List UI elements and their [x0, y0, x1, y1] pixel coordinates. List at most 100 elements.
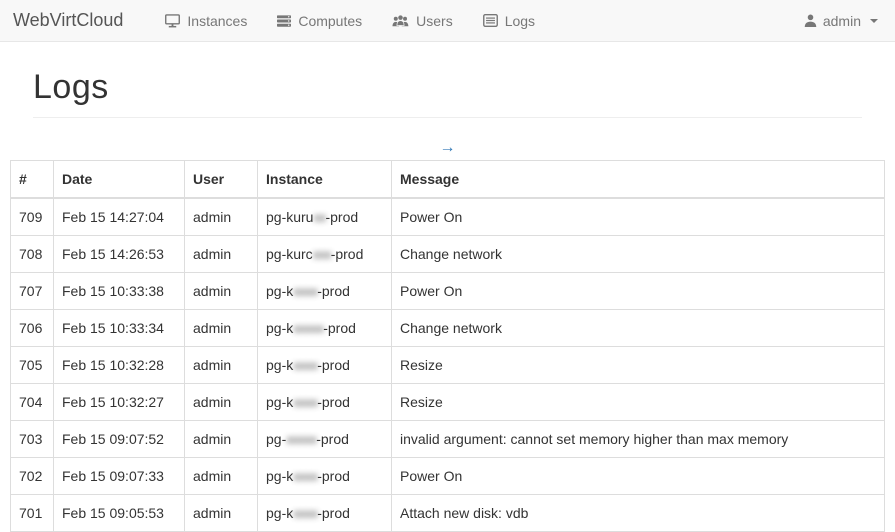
instance-name-suffix: -prod — [317, 468, 350, 484]
log-id-cell: 701 — [11, 495, 54, 532]
instance-name-redacted: xxxx — [293, 283, 317, 299]
log-user-cell: admin — [185, 458, 258, 495]
instance-name-prefix: pg-k — [266, 505, 293, 521]
instance-name-suffix: -prod — [317, 394, 350, 410]
log-date-cell: Feb 15 10:32:28 — [54, 347, 185, 384]
instance-name-redacted: xxxx — [293, 468, 317, 484]
log-instance-cell: pg-kxxxx-prod — [258, 273, 392, 310]
table-row: 706 Feb 15 10:33:34 admin pg-kxxxxx-prod… — [11, 310, 885, 347]
log-id-cell: 704 — [11, 384, 54, 421]
log-date-cell: Feb 15 10:32:27 — [54, 384, 185, 421]
instance-name-prefix: pg-k — [266, 357, 293, 373]
log-user-cell: admin — [185, 236, 258, 273]
log-id-cell: 707 — [11, 273, 54, 310]
instance-name-prefix: pg-k — [266, 394, 293, 410]
log-date-cell: Feb 15 14:27:04 — [54, 198, 185, 236]
instance-name-prefix: pg-kurc — [266, 246, 313, 262]
nav-label: Instances — [187, 13, 247, 29]
server-icon — [277, 14, 291, 28]
instance-name-suffix: -prod — [317, 357, 350, 373]
instance-name-redacted: xxxx — [293, 394, 317, 410]
main-nav: Instances Computes — [150, 0, 550, 41]
table-row: 702 Feb 15 09:07:33 admin pg-kxxxx-prod … — [11, 458, 885, 495]
log-id-cell: 706 — [11, 310, 54, 347]
log-message-cell: Change network — [392, 310, 885, 347]
table-header-row: # Date User Instance Message — [11, 161, 885, 199]
log-message-cell: Power On — [392, 273, 885, 310]
table-row: 709 Feb 15 14:27:04 admin pg-kuruxx-prod… — [11, 198, 885, 236]
user-icon — [804, 14, 817, 27]
navbar: WebVirtCloud Instances — [0, 0, 895, 42]
table-row: 707 Feb 15 10:33:38 admin pg-kxxxx-prod … — [11, 273, 885, 310]
column-header-id: # — [11, 161, 54, 199]
table-row: 701 Feb 15 09:05:53 admin pg-kxxxx-prod … — [11, 495, 885, 532]
log-date-cell: Feb 15 10:33:34 — [54, 310, 185, 347]
brand-link[interactable]: WebVirtCloud — [0, 0, 138, 41]
page-header: Logs — [33, 68, 862, 118]
log-date-cell: Feb 15 09:07:52 — [54, 421, 185, 458]
instance-name-suffix: -prod — [323, 320, 356, 336]
log-message-cell: Power On — [392, 458, 885, 495]
column-header-date: Date — [54, 161, 185, 199]
users-icon — [392, 14, 409, 28]
nav-link-instances[interactable]: Instances — [150, 0, 262, 41]
log-id-cell: 705 — [11, 347, 54, 384]
log-user-cell: admin — [185, 310, 258, 347]
caret-down-icon — [870, 19, 878, 23]
page-title: Logs — [33, 68, 862, 107]
nav-item-users: Users — [377, 0, 468, 41]
instance-name-prefix: pg-k — [266, 468, 293, 484]
log-date-cell: Feb 15 14:26:53 — [54, 236, 185, 273]
instance-name-suffix: -prod — [317, 505, 350, 521]
log-user-cell: admin — [185, 421, 258, 458]
list-alt-icon — [483, 14, 498, 27]
log-user-cell: admin — [185, 347, 258, 384]
log-user-cell: admin — [185, 495, 258, 532]
nav-link-users[interactable]: Users — [377, 0, 468, 41]
table-row: 703 Feb 15 09:07:52 admin pg-xxxxx-prod … — [11, 421, 885, 458]
column-header-instance: Instance — [258, 161, 392, 199]
instance-name-suffix: -prod — [317, 283, 350, 299]
pagination: → — [10, 138, 885, 158]
log-instance-cell: pg-kxxxx-prod — [258, 347, 392, 384]
log-user-cell: admin — [185, 198, 258, 236]
instance-name-redacted: xxxx — [293, 505, 317, 521]
instance-name-redacted: xxxx — [293, 357, 317, 373]
column-header-message: Message — [392, 161, 885, 199]
instance-name-suffix: -prod — [331, 246, 364, 262]
instance-name-redacted: xx — [313, 209, 325, 225]
nav-label: Computes — [298, 13, 362, 29]
content: Logs → # Date User Instance Message 709 … — [0, 68, 895, 532]
desktop-icon — [165, 14, 180, 28]
user-dropdown[interactable]: admin — [787, 0, 895, 41]
instance-name-prefix: pg-k — [266, 320, 293, 336]
nav-item-computes: Computes — [262, 0, 377, 41]
log-instance-cell: pg-kurcxxx-prod — [258, 236, 392, 273]
nav-label: Users — [416, 13, 453, 29]
table-row: 705 Feb 15 10:32:28 admin pg-kxxxx-prod … — [11, 347, 885, 384]
nav-link-logs[interactable]: Logs — [468, 0, 550, 41]
log-instance-cell: pg-kxxxxx-prod — [258, 310, 392, 347]
log-date-cell: Feb 15 09:05:53 — [54, 495, 185, 532]
nav-link-computes[interactable]: Computes — [262, 0, 377, 41]
instance-name-prefix: pg-k — [266, 283, 293, 299]
log-instance-cell: pg-xxxxx-prod — [258, 421, 392, 458]
logs-table: # Date User Instance Message 709 Feb 15 … — [10, 160, 885, 532]
table-row: 708 Feb 15 14:26:53 admin pg-kurcxxx-pro… — [11, 236, 885, 273]
nav-label: Logs — [505, 13, 535, 29]
instance-name-redacted: xxxxx — [293, 320, 323, 336]
log-instance-cell: pg-kxxxx-prod — [258, 384, 392, 421]
log-message-cell: Change network — [392, 236, 885, 273]
nav-item-logs: Logs — [468, 0, 550, 41]
log-message-cell: Power On — [392, 198, 885, 236]
log-instance-cell: pg-kxxxx-prod — [258, 458, 392, 495]
log-id-cell: 702 — [11, 458, 54, 495]
log-instance-cell: pg-kuruxx-prod — [258, 198, 392, 236]
next-page-link[interactable]: → — [440, 139, 456, 156]
log-message-cell: invalid argument: cannot set memory high… — [392, 421, 885, 458]
instance-name-redacted: xxxxx — [286, 431, 316, 447]
log-message-cell: Resize — [392, 384, 885, 421]
nav-item-instances: Instances — [150, 0, 262, 41]
log-date-cell: Feb 15 09:07:33 — [54, 458, 185, 495]
table-row: 704 Feb 15 10:32:27 admin pg-kxxxx-prod … — [11, 384, 885, 421]
